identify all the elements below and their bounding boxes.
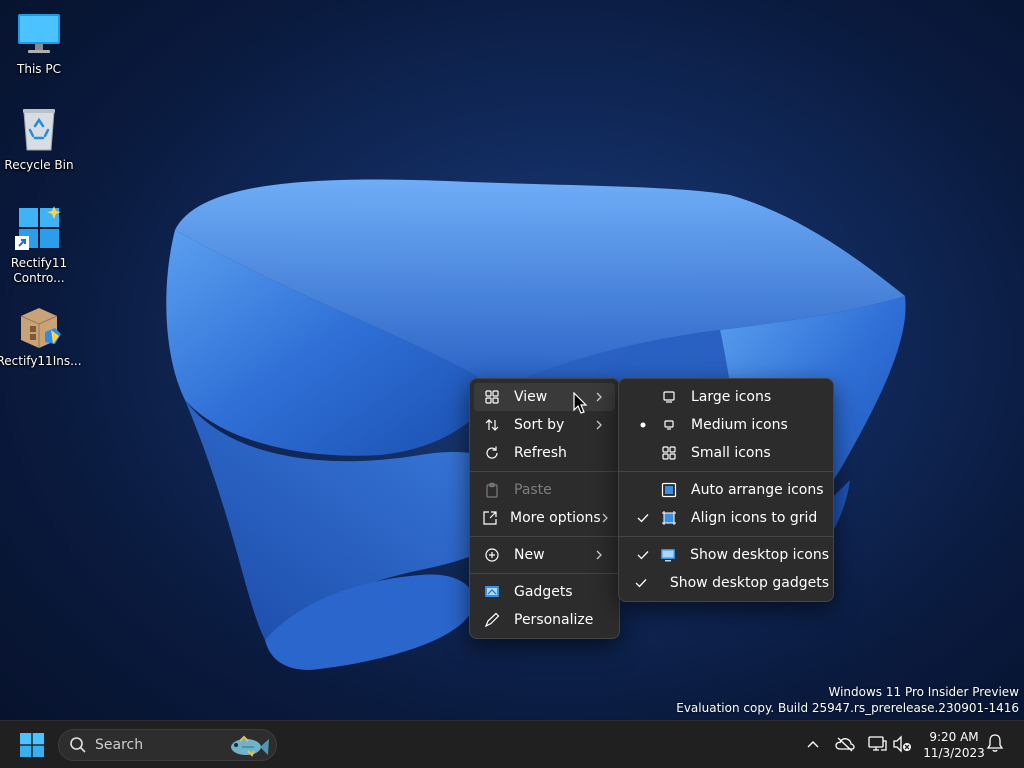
speaker-muted-icon — [893, 735, 911, 753]
mouse-pointer-icon — [573, 392, 588, 414]
radio-dot-icon — [635, 422, 651, 428]
desktop-icon-rectify-control[interactable]: Rectify11 Contro... — [2, 204, 76, 286]
view-submenu: Large icons Medium icons Small icons Aut… — [618, 378, 834, 602]
show-hidden-icons-button[interactable] — [802, 733, 824, 755]
menu-item-view[interactable]: View — [474, 383, 615, 411]
desktop-icon-rectify-installer[interactable]: Rectify11Ins... — [0, 302, 82, 369]
chevron-right-icon — [591, 391, 607, 403]
menu-item-show-desktop-gadgets[interactable]: Show desktop gadgets — [623, 569, 829, 597]
desktop-context-menu: View Sort by Refresh Paste More options … — [469, 378, 620, 639]
auto-arrange-icon — [659, 480, 679, 500]
menu-separator — [619, 471, 833, 472]
menu-separator — [470, 573, 619, 574]
recycle-bin-icon — [15, 106, 63, 154]
menu-item-align-to-grid[interactable]: Align icons to grid — [623, 504, 829, 532]
checkmark-icon — [635, 513, 651, 523]
gadgets-icon — [482, 582, 502, 602]
menu-item-large-icons[interactable]: Large icons — [623, 383, 829, 411]
notifications-button[interactable] — [986, 733, 1004, 757]
network-monitor-icon — [868, 736, 887, 751]
search-icon — [70, 737, 86, 753]
chevron-right-icon — [591, 549, 607, 561]
menu-item-personalize[interactable]: Personalize — [474, 606, 615, 634]
network-button[interactable] — [866, 733, 888, 755]
menu-item-medium-icons[interactable]: Medium icons — [623, 411, 829, 439]
refresh-icon — [482, 443, 502, 463]
desktop-icon-label: Rectify11 Contro... — [10, 256, 68, 285]
bell-icon — [986, 734, 1004, 752]
volume-button[interactable] — [891, 733, 913, 755]
taskbar: Search 9:20 AM 11/3/2023 — [0, 720, 1024, 768]
desktop-icon-label: Recycle Bin — [4, 158, 74, 172]
chevron-right-icon — [591, 419, 607, 431]
menu-item-paste: Paste — [474, 476, 615, 504]
menu-item-gadgets[interactable]: Gadgets — [474, 578, 615, 606]
onedrive-offline-button[interactable] — [834, 733, 856, 755]
chevron-up-icon — [807, 741, 819, 748]
menu-item-small-icons[interactable]: Small icons — [623, 439, 829, 467]
menu-separator — [470, 536, 619, 537]
small-icons-grid-icon — [659, 443, 679, 463]
checkmark-icon — [635, 550, 651, 560]
build-watermark: Windows 11 Pro Insider Preview Evaluatio… — [676, 685, 1019, 715]
taskbar-search-box[interactable]: Search — [58, 729, 277, 761]
search-highlight-fish-icon — [231, 735, 269, 757]
menu-item-new[interactable]: New — [474, 541, 615, 569]
large-icons-icon — [659, 387, 679, 407]
checkmark-icon — [635, 578, 647, 588]
desktop-icon-recycle-bin[interactable]: Recycle Bin — [2, 106, 76, 173]
desktop-monitor-icon — [659, 545, 679, 565]
medium-icons-icon — [659, 415, 679, 435]
menu-separator — [619, 536, 833, 537]
monitor-icon — [15, 10, 63, 58]
menu-item-refresh[interactable]: Refresh — [474, 439, 615, 467]
start-button[interactable] — [14, 728, 50, 762]
menu-item-auto-arrange[interactable]: Auto arrange icons — [623, 476, 829, 504]
pen-icon — [482, 610, 502, 630]
align-grid-icon — [659, 508, 679, 528]
menu-item-show-desktop-icons[interactable]: Show desktop icons — [623, 541, 829, 569]
plus-circle-icon — [482, 545, 502, 565]
installer-box-icon — [15, 302, 63, 350]
clipboard-icon — [482, 480, 502, 500]
windows-logo-shortcut-icon — [15, 204, 63, 252]
menu-separator — [470, 471, 619, 472]
desktop-icon-label: This PC — [17, 62, 61, 76]
desktop-icon-this-pc[interactable]: This PC — [2, 10, 76, 77]
sort-arrows-icon — [482, 415, 502, 435]
windows-logo-icon — [20, 733, 44, 757]
taskbar-clock[interactable]: 9:20 AM 11/3/2023 — [918, 729, 990, 761]
desktop-icon-label: Rectify11Ins... — [0, 354, 82, 368]
chevron-right-icon — [601, 512, 609, 524]
cloud-off-icon — [835, 737, 855, 752]
menu-item-more-options[interactable]: More options — [474, 504, 615, 532]
menu-item-sort-by[interactable]: Sort by — [474, 411, 615, 439]
share-window-icon — [482, 508, 498, 528]
grid-icon — [482, 387, 502, 407]
